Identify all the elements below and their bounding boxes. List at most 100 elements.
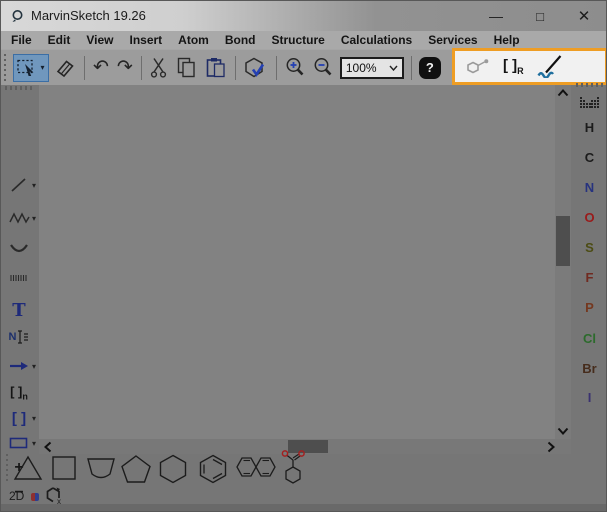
chain-tool[interactable]: ▾ [1,206,37,230]
dimension-mode-label[interactable]: 2D [9,489,24,503]
zoom-level-combobox[interactable]: 100% [339,56,404,79]
menu-services[interactable]: Services [420,32,485,48]
element-N[interactable]: N [571,179,606,197]
rgroup-bracket: [ ] [503,57,518,74]
canvas-vertical-scrollbar[interactable] [555,85,571,439]
chevron-down-icon: ▾ [31,414,36,423]
element-F[interactable]: F [571,269,606,287]
toolbar-separator [275,55,277,80]
element-S[interactable]: S [571,239,606,257]
chevron-down-icon: ▾ [31,214,36,223]
element-Cl[interactable]: Cl [571,330,606,348]
minimize-button[interactable]: — [479,1,513,31]
template-benzoic-acid[interactable] [279,449,307,487]
cut-button[interactable] [147,54,171,82]
chevron-down-icon: ▾ [40,63,45,72]
menu-file[interactable]: File [3,32,40,48]
zoom-in-button[interactable] [282,54,308,82]
text-tool-icon: T [12,299,26,321]
structure-checker-icon[interactable]: x [45,486,64,505]
menu-atom[interactable]: Atom [170,32,217,48]
eraser-button[interactable] [51,54,79,82]
marvinsketch-window: MarvinSketch 19.26 — □ ✕ File Edit View … [0,0,607,512]
window-title: MarvinSketch 19.26 [31,8,146,23]
toolbar-separator [234,55,236,80]
scroll-down-arrow[interactable] [555,425,571,437]
attachment-pen-button[interactable] [537,55,563,78]
menu-bar: File Edit View Insert Atom Bond Structur… [1,31,606,49]
eraser-icon [54,58,76,78]
copy-button[interactable] [173,54,200,82]
close-button[interactable]: ✕ [567,1,601,31]
chevron-down-icon: ▾ [31,181,36,190]
undo-button[interactable]: ↶ [90,54,112,82]
zoom-out-button[interactable] [310,54,336,82]
rgroup-button[interactable]: [ ]R [503,57,524,76]
menu-edit[interactable]: Edit [40,32,79,48]
element-rail-grip[interactable] [576,83,604,87]
toolbar-separator [140,55,142,80]
repeat-bracket-tool[interactable]: [ ]n [1,381,37,405]
paste-icon [205,57,227,78]
rgroup-sub-label: R [517,66,524,76]
paste-button[interactable] [202,54,230,82]
vertical-scroll-thumb[interactable] [556,216,570,266]
template-benzene[interactable] [197,454,229,484]
menu-bond[interactable]: Bond [217,32,264,48]
help-icon: ? [425,60,434,75]
app-icon [11,9,25,23]
check-structure-icon [244,57,268,79]
template-cyclopropane[interactable] [13,454,43,482]
stereo-indicator-icon [31,493,39,501]
element-P[interactable]: P [571,299,606,317]
template-cyclopentane[interactable] [120,454,152,484]
select-rect-icon [17,58,39,78]
menu-calculations[interactable]: Calculations [333,32,420,48]
arc-tool[interactable] [1,237,37,261]
bracket-icon: [ ] [11,409,27,427]
left-rail-grip[interactable] [5,86,33,90]
menu-structure[interactable]: Structure [264,32,333,48]
element-I[interactable]: I [571,389,606,407]
hash-marks-tool[interactable] [1,266,37,290]
element-C[interactable]: C [571,149,606,167]
template-cyclohexane[interactable] [157,454,189,484]
select-rectangle-button[interactable]: ▾ [13,53,49,82]
chevron-down-icon [389,65,398,71]
periodic-table-button[interactable] [580,97,599,111]
element-H[interactable]: H [571,119,606,137]
toolbar-grip[interactable] [3,53,8,82]
undo-icon: ↶ [93,57,109,78]
template-cyclobutane[interactable] [49,454,79,482]
redo-icon: ↷ [116,57,133,78]
check-structure-button[interactable] [241,54,271,82]
menu-view[interactable]: View [78,32,121,48]
sgroup-attachment-button[interactable] [466,58,490,76]
element-O[interactable]: O [571,209,606,227]
left-tool-rail: ▾ ▾ T N ▾ []n [] ▾ ▾ + − [1,85,39,511]
reaction-arrow-tool[interactable]: ▾ [1,354,37,378]
template-bar-grip[interactable] [6,454,11,484]
menu-help[interactable]: Help [486,32,528,48]
template-naphthalene[interactable] [235,454,277,480]
single-bond-tool[interactable]: ▾ [1,173,37,197]
element-rail: H C N O S F P Cl Br I [571,83,606,511]
bracket-tool[interactable]: [ ] ▾ [1,406,37,430]
element-Br[interactable]: Br [571,360,606,378]
template-cyclopentane-cup[interactable] [85,454,117,482]
atom-label-tool[interactable]: N [1,325,37,349]
help-button[interactable]: ? [418,56,441,79]
copy-icon [176,57,197,78]
zoom-in-icon [285,57,305,78]
chevron-down-icon: ▾ [31,362,36,371]
maximize-button[interactable]: □ [523,1,557,31]
redo-button[interactable]: ↷ [114,54,136,82]
cut-icon [150,57,168,78]
template-toolbar [1,449,561,489]
menu-insert[interactable]: Insert [121,32,170,48]
drawing-canvas[interactable] [39,85,555,439]
atom-label-letter: N [8,331,17,343]
text-tool[interactable]: T [1,298,37,322]
window-bottom-edge [1,504,606,511]
scroll-up-arrow[interactable] [555,87,571,99]
